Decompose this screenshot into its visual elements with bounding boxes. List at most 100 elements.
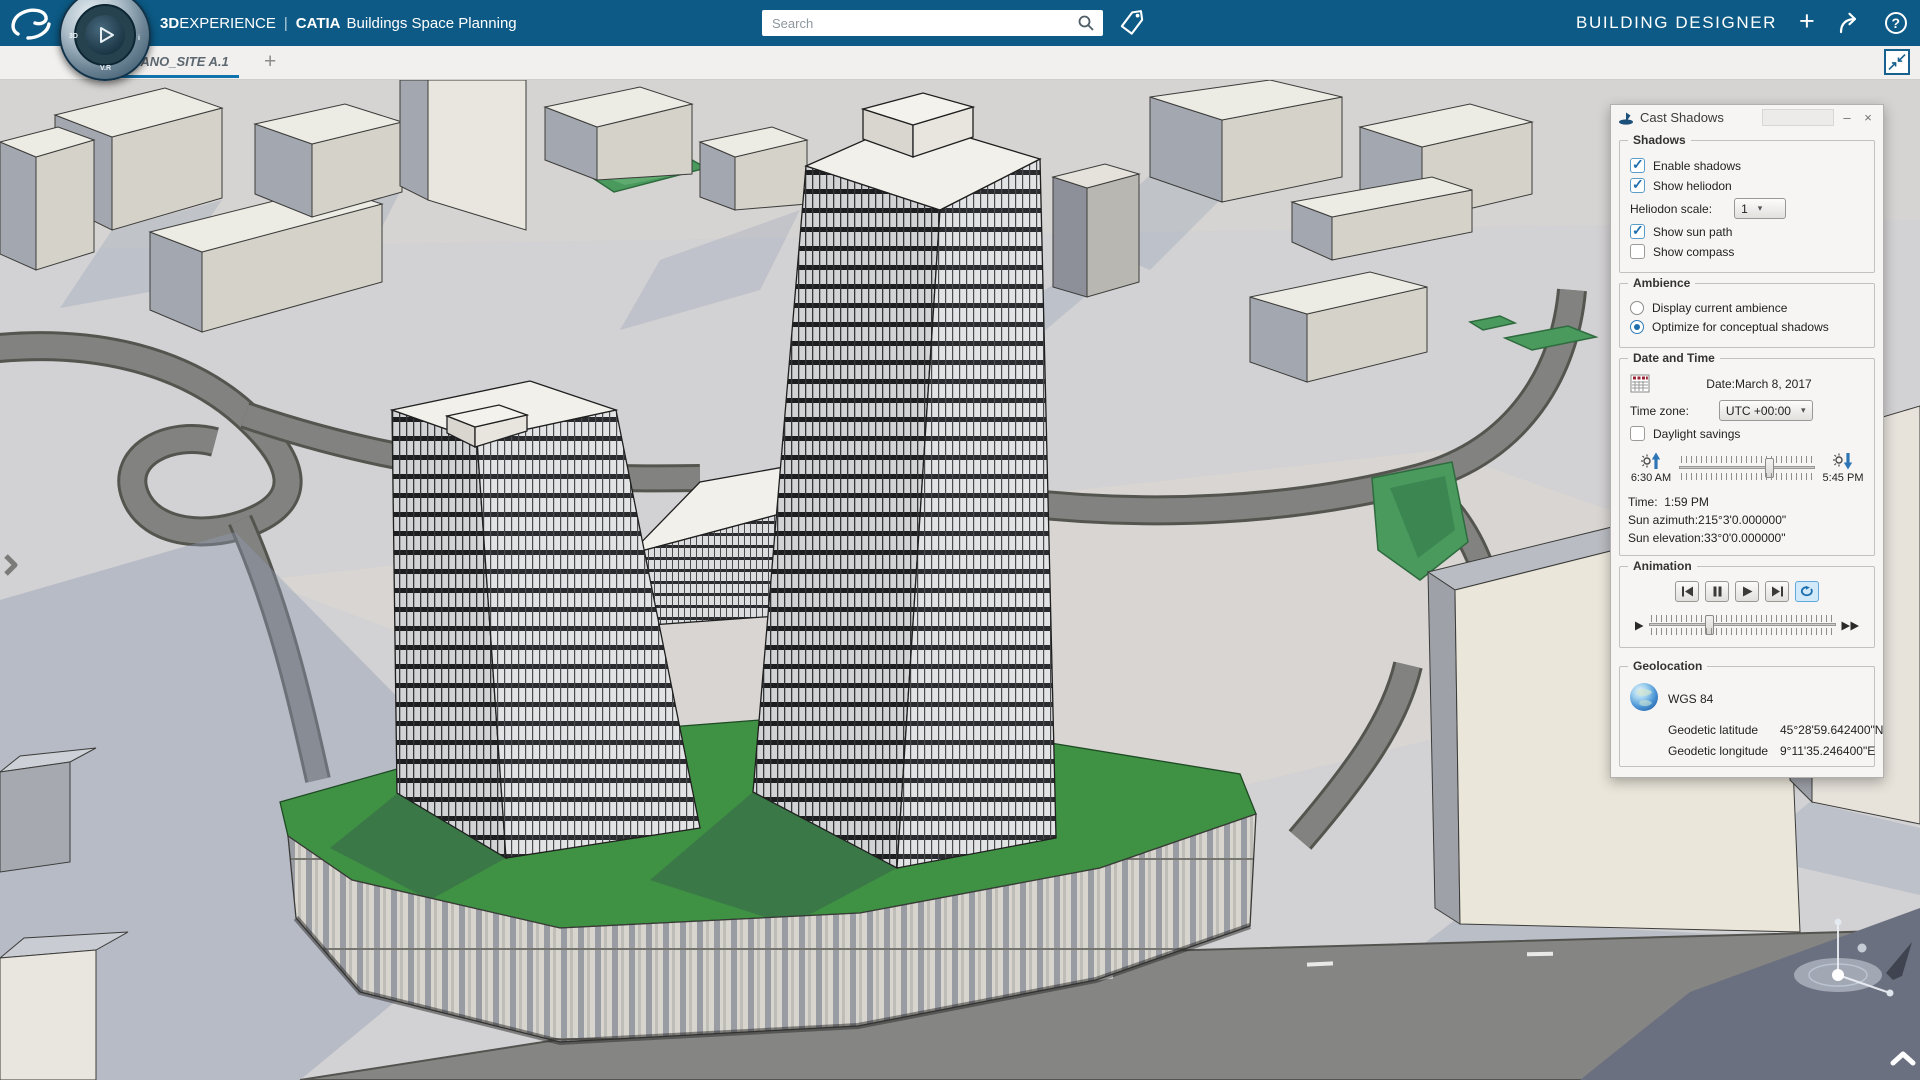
slow-speed-icon[interactable] [1634, 621, 1644, 631]
panel-grip[interactable] [1762, 109, 1834, 126]
date-time-legend: Date and Time [1628, 351, 1720, 365]
heliodon-scale-dropdown[interactable]: 1 ▾ [1734, 198, 1786, 219]
app-subtitle: Buildings Space Planning [347, 15, 517, 32]
brand-3d: 3D [160, 15, 179, 32]
enable-shadows-row[interactable]: Enable shadows [1630, 158, 1864, 173]
display-current-ambience-label: Display current ambience [1652, 301, 1787, 315]
daylight-savings-row[interactable]: Daylight savings [1630, 426, 1864, 441]
show-sun-path-row[interactable]: Show sun path [1630, 224, 1864, 239]
share-icon[interactable] [1837, 11, 1863, 35]
shadows-legend: Shadows [1628, 133, 1691, 147]
compass-vr-label: V.R [100, 65, 111, 72]
show-compass-row[interactable]: Show compass [1630, 244, 1864, 259]
animation-controls [1628, 581, 1866, 602]
workspace-title: BUILDING DESIGNER [1576, 13, 1777, 33]
show-sun-path-checkbox[interactable] [1630, 224, 1645, 239]
daylight-savings-checkbox[interactable] [1630, 426, 1645, 441]
pause-button[interactable] [1705, 581, 1729, 602]
brand-separator: | [282, 15, 290, 32]
compass-pin-icon: ⚑ [104, 0, 111, 4]
date-value: Date:March 8, 2017 [1628, 373, 1866, 395]
sunset-column: 5:45 PM [1820, 451, 1866, 484]
enable-shadows-label: Enable shadows [1653, 159, 1741, 173]
show-heliodon-row[interactable]: Show heliodon [1630, 178, 1864, 193]
date-time-group: Date and Time Date:March 8, 2017 Time zo… [1619, 358, 1875, 556]
skip-to-end-button[interactable] [1765, 581, 1789, 602]
minimize-button[interactable]: – [1839, 110, 1855, 125]
show-sun-path-label: Show sun path [1653, 225, 1732, 239]
geolocation-legend: Geolocation [1628, 659, 1707, 673]
sun-time-slider-row: 6:30 AM 5:45 PM [1628, 451, 1866, 484]
cast-shadows-icon [1618, 111, 1634, 125]
collapse-viewport-icon[interactable]: ↙ ↗ [1884, 49, 1910, 75]
search-icon[interactable] [1077, 14, 1095, 32]
time-value: 1:59 PM [1664, 495, 1709, 509]
cast-shadows-panel: Cast Shadows – × Shadows Enable shadows … [1610, 104, 1884, 778]
new-tab-button[interactable]: + [264, 50, 276, 74]
fast-speed-icon[interactable] [1841, 621, 1860, 631]
timezone-label: Time zone: [1630, 404, 1689, 418]
sunrise-icon [1639, 451, 1663, 471]
show-heliodon-checkbox[interactable] [1630, 178, 1645, 193]
sun-azimuth: Sun azimuth:215°3'0.000000" [1628, 511, 1866, 529]
compass-3d-label: 3D [69, 33, 78, 40]
globe-icon [1628, 681, 1668, 716]
geodetic-latitude-value: 45°28'59.642400"N [1780, 723, 1883, 737]
sun-info: Time: 1:59 PM Sun azimuth:215°3'0.000000… [1628, 493, 1866, 547]
sunset-icon [1831, 451, 1855, 471]
sun-elevation: Sun elevation:33°0'0.000000" [1628, 529, 1866, 547]
ambience-option-current[interactable]: Display current ambience [1630, 301, 1864, 315]
chevron-down-icon: ▾ [1801, 405, 1806, 416]
sunset-time: 5:45 PM [1823, 472, 1864, 484]
compass-play-icon[interactable] [85, 15, 125, 55]
top-app-bar: 3DEXPERIENCE | CATIA Buildings Space Pla… [0, 0, 1920, 46]
search-box[interactable] [762, 10, 1103, 36]
ambience-group: Ambience Display current ambience Optimi… [1619, 283, 1875, 348]
search-input[interactable] [770, 15, 1077, 32]
optimize-conceptual-shadows-label: Optimize for conceptual shadows [1652, 320, 1829, 334]
geodetic-datum: WGS 84 [1668, 692, 1883, 706]
ambience-legend: Ambience [1628, 276, 1695, 290]
play-button[interactable] [1735, 581, 1759, 602]
panel-header[interactable]: Cast Shadows – × [1611, 105, 1883, 130]
timezone-row: Time zone: UTC +00:00 ▾ [1630, 400, 1864, 421]
dassault-systemes-logo-icon[interactable] [8, 4, 54, 42]
animation-speed-row [1628, 613, 1866, 639]
time-of-day-slider[interactable] [1679, 454, 1815, 482]
tag-icon[interactable] [1118, 9, 1146, 37]
geolocation-info: WGS 84 Geodetic latitude 45°28'59.642400… [1628, 681, 1866, 758]
brand-experience: EXPERIENCE [179, 15, 276, 32]
enable-shadows-checkbox[interactable] [1630, 158, 1645, 173]
display-current-ambience-radio[interactable] [1630, 301, 1644, 315]
chevron-down-icon: ▾ [1758, 203, 1763, 214]
add-content-button[interactable]: + [1799, 8, 1815, 35]
close-button[interactable]: × [1860, 110, 1876, 125]
app-title: 3DEXPERIENCE | CATIA Buildings Space Pla… [160, 0, 517, 46]
show-compass-label: Show compass [1653, 245, 1734, 259]
geodetic-longitude-value: 9°11'35.246400"E [1780, 744, 1875, 758]
time-label: Time: [1628, 495, 1658, 509]
document-tab-bar: MILANO_SITE A.1 + ↙ ↗ [0, 46, 1920, 80]
help-icon[interactable]: ? [1885, 12, 1907, 34]
animation-speed-slider[interactable] [1649, 613, 1836, 637]
geodetic-latitude-label: Geodetic latitude [1668, 723, 1780, 737]
expand-bottom-arrow[interactable] [1890, 1050, 1916, 1071]
loop-button[interactable] [1795, 581, 1819, 602]
heliodon-scale-row: Heliodon scale: 1 ▾ [1630, 198, 1864, 219]
compass-side-icon: i [138, 35, 140, 42]
expand-left-panel-arrow[interactable] [3, 553, 19, 582]
sunrise-column: 6:30 AM [1628, 451, 1674, 484]
timezone-dropdown[interactable]: UTC +00:00 ▾ [1719, 400, 1813, 421]
geolocation-group: Geolocation WGS 84 Geodetic latitude 45°… [1619, 666, 1875, 767]
heliodon-scale-label: Heliodon scale: [1630, 202, 1712, 216]
show-compass-checkbox[interactable] [1630, 244, 1645, 259]
date-row: Date:March 8, 2017 [1628, 373, 1866, 395]
ambience-option-conceptual[interactable]: Optimize for conceptual shadows [1630, 320, 1864, 334]
brand-catia: CATIA [296, 15, 341, 32]
show-heliodon-label: Show heliodon [1653, 179, 1732, 193]
animation-group: Animation [1619, 566, 1875, 648]
skip-to-start-button[interactable] [1675, 581, 1699, 602]
calendar-icon[interactable] [1630, 373, 1650, 396]
daylight-savings-label: Daylight savings [1653, 427, 1740, 441]
optimize-conceptual-shadows-radio[interactable] [1630, 320, 1644, 334]
